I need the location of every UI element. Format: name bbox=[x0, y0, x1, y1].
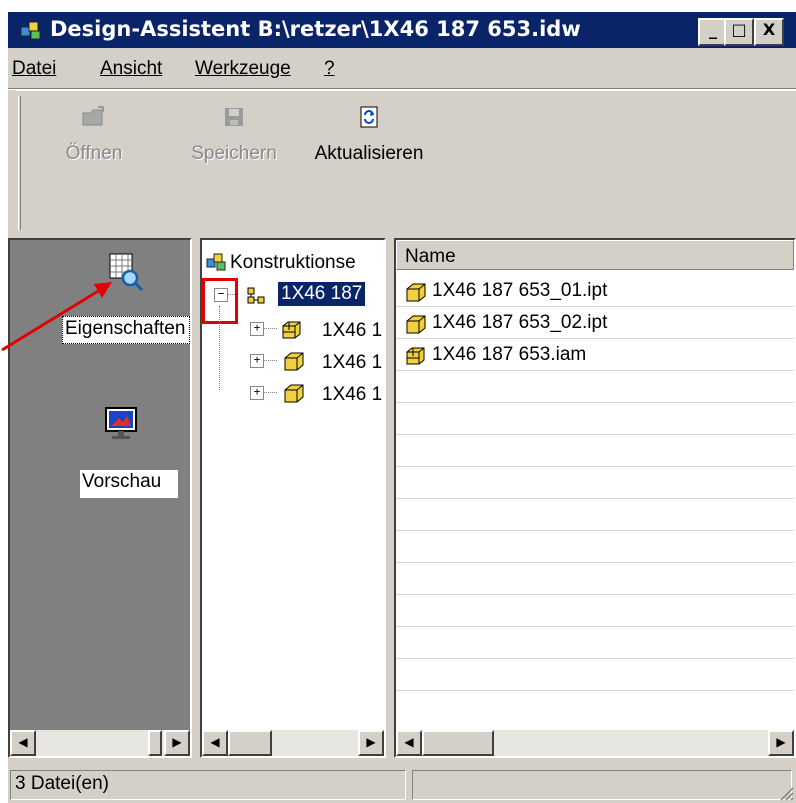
list-item-name: 1X46 187 653_01.ipt bbox=[432, 280, 608, 301]
design-tree-root-icon bbox=[206, 253, 226, 271]
part-icon bbox=[406, 283, 426, 302]
open-button[interactable]: Öffnen bbox=[54, 105, 134, 165]
file-list-hscrollbar[interactable]: ◀ ▶ bbox=[396, 730, 794, 756]
refresh-button[interactable]: Aktualisieren bbox=[304, 105, 434, 165]
menu-werkzeuge[interactable]: Werkzeuge bbox=[195, 58, 291, 80]
list-item-name: 1X46 187 653_02.ipt bbox=[432, 312, 608, 333]
part-icon bbox=[406, 315, 426, 334]
refresh-icon bbox=[360, 106, 378, 128]
row-divider bbox=[396, 626, 794, 627]
view-selector-panel: Eigenschaften Vorschau ◀ ▶ bbox=[8, 238, 192, 758]
scroll-thumb[interactable] bbox=[148, 730, 162, 756]
tree-connector bbox=[263, 360, 277, 361]
tree-panel: Konstruktionse − 1X46 187 + 1X46 1 + 1X4… bbox=[200, 238, 386, 758]
row-divider bbox=[396, 690, 794, 691]
preview-icon[interactable] bbox=[103, 406, 139, 442]
row-divider bbox=[396, 562, 794, 563]
expand-toggle-3[interactable]: + bbox=[250, 386, 264, 400]
status-file-count: 3 Datei(en) bbox=[10, 770, 406, 800]
row-divider bbox=[396, 434, 794, 435]
tree-hscrollbar[interactable]: ◀ ▶ bbox=[202, 730, 384, 756]
row-divider bbox=[396, 658, 794, 659]
menu-bar: Datei Ansicht Werkzeuge ? bbox=[8, 52, 796, 86]
assembly-icon bbox=[282, 321, 301, 339]
tree-root-label[interactable]: Konstruktionse bbox=[230, 252, 356, 274]
status-bar: 3 Datei(en) bbox=[8, 766, 796, 803]
expand-toggle-1[interactable]: + bbox=[250, 322, 264, 336]
row-divider bbox=[396, 594, 794, 595]
close-button[interactable]: X bbox=[754, 18, 784, 46]
row-divider bbox=[396, 338, 794, 339]
tree-vertical-connector bbox=[219, 306, 220, 390]
scroll-thumb[interactable] bbox=[422, 730, 494, 756]
toolbar: Öffnen Speichern Aktualisieren bbox=[16, 90, 796, 232]
menu-help[interactable]: ? bbox=[324, 58, 335, 80]
tree-child-label-2[interactable]: 1X46 1 bbox=[322, 352, 382, 374]
tree-connector bbox=[263, 328, 277, 329]
scroll-left-button[interactable]: ◀ bbox=[396, 730, 422, 756]
scroll-right-button[interactable]: ▶ bbox=[164, 730, 190, 756]
save-label: Speichern bbox=[191, 143, 277, 164]
preview-view-button[interactable]: Vorschau bbox=[80, 470, 178, 498]
file-list-panel: Name 1X46 187 653_01.ipt 1X46 187 653_02… bbox=[394, 238, 796, 758]
list-item-name: 1X46 187 653.iam bbox=[432, 344, 587, 365]
title-bar[interactable]: Design-Assistent B:\retzer\1X46 187 653.… bbox=[8, 12, 796, 48]
row-divider bbox=[396, 498, 794, 499]
properties-view-button[interactable]: Eigenschaften bbox=[62, 316, 190, 344]
window-title: Design-Assistent B:\retzer\1X46 187 653.… bbox=[50, 17, 581, 41]
scroll-right-button[interactable]: ▶ bbox=[358, 730, 384, 756]
scroll-thumb[interactable] bbox=[228, 730, 272, 756]
tree-connector bbox=[263, 392, 277, 393]
maximize-button[interactable]: □ bbox=[724, 18, 754, 46]
left-panel-hscrollbar[interactable]: ◀ ▶ bbox=[10, 730, 190, 756]
menu-ansicht[interactable]: Ansicht bbox=[100, 58, 162, 80]
open-folder-icon bbox=[82, 106, 104, 126]
row-divider bbox=[396, 530, 794, 531]
drawing-sheets-icon bbox=[247, 287, 265, 304]
refresh-label: Aktualisieren bbox=[314, 143, 424, 164]
tree-child-label-1[interactable]: 1X46 1 bbox=[322, 320, 382, 342]
row-divider bbox=[396, 402, 794, 403]
expand-toggle-2[interactable]: + bbox=[250, 354, 264, 368]
save-disk-icon bbox=[225, 108, 243, 126]
row-divider bbox=[396, 306, 794, 307]
status-secondary-pane bbox=[412, 770, 792, 800]
tree-connector bbox=[227, 294, 235, 295]
assembly-icon bbox=[406, 347, 425, 365]
scroll-left-button[interactable]: ◀ bbox=[202, 730, 228, 756]
part-icon bbox=[284, 352, 304, 371]
properties-icon[interactable] bbox=[106, 252, 146, 292]
design-assistant-icon bbox=[20, 21, 41, 40]
save-button[interactable]: Speichern bbox=[184, 105, 284, 165]
resize-grip-icon[interactable] bbox=[778, 785, 794, 801]
collapse-toggle[interactable]: − bbox=[214, 288, 228, 302]
tree-child-label-3[interactable]: 1X46 1 bbox=[322, 384, 382, 406]
menu-datei[interactable]: Datei bbox=[12, 58, 56, 80]
name-column-header[interactable]: Name bbox=[396, 240, 794, 270]
tree-selected-node[interactable]: 1X46 187 bbox=[278, 282, 366, 306]
open-label: Öffnen bbox=[65, 143, 123, 164]
part-icon bbox=[284, 384, 304, 403]
scroll-left-button[interactable]: ◀ bbox=[10, 730, 36, 756]
row-divider bbox=[396, 466, 794, 467]
scroll-right-button[interactable]: ▶ bbox=[768, 730, 794, 756]
row-divider bbox=[396, 370, 794, 371]
